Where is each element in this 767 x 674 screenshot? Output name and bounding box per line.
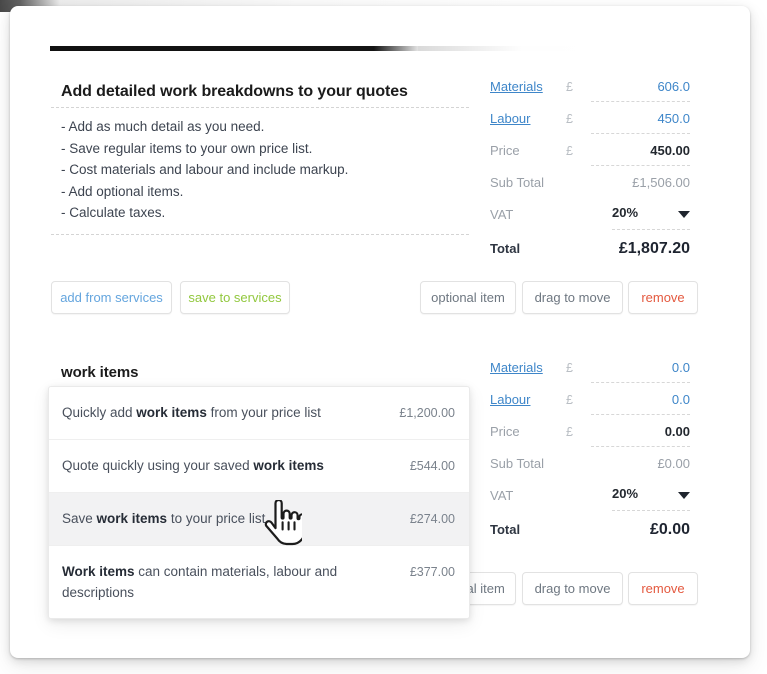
- summary-row-labour: Labour £ 0.0: [490, 391, 690, 423]
- summary-row-vat: VAT 20%: [490, 206, 690, 238]
- bullet-item: - Add optional items.: [61, 181, 461, 203]
- list-item-label: Quickly add work items from your price l…: [62, 402, 321, 423]
- bullet-list: - Add as much detail as you need. - Save…: [61, 116, 461, 224]
- total-label: Total: [490, 521, 520, 539]
- price-label: Price: [490, 423, 520, 441]
- labour-value[interactable]: 450.0: [550, 110, 690, 128]
- bullet-item: - Cost materials and labour and include …: [61, 159, 461, 181]
- list-item-strong: work items: [136, 405, 207, 420]
- save-to-services-button[interactable]: save to services: [180, 281, 290, 314]
- remove-button[interactable]: remove: [628, 572, 698, 605]
- vat-dropdown[interactable]: 20%: [590, 204, 690, 226]
- total-value: £0.00: [550, 521, 690, 539]
- labour-link[interactable]: Labour: [490, 110, 530, 128]
- summary-row-total: Total £1,807.20: [490, 240, 690, 272]
- summary-row-materials: Materials £ 606.0: [490, 78, 690, 110]
- header-rule-fade: [418, 46, 590, 51]
- materials-value[interactable]: 0.0: [550, 359, 690, 377]
- summary-row-vat: VAT 20%: [490, 487, 690, 519]
- bullet-item: - Add as much detail as you need.: [61, 116, 461, 138]
- vat-dropdown[interactable]: 20%: [590, 485, 690, 507]
- add-from-services-button[interactable]: add from services: [51, 281, 172, 314]
- price-label: Price: [490, 142, 520, 160]
- list-item-label: Quote quickly using your saved work item…: [62, 455, 324, 476]
- list-item-pre: Quote quickly using your saved: [62, 458, 253, 473]
- list-item[interactable]: Quote quickly using your saved work item…: [49, 440, 469, 493]
- materials-value[interactable]: 606.0: [550, 78, 690, 96]
- summary-row-price: Price £ 0.00: [490, 423, 690, 455]
- chevron-down-icon: [678, 492, 690, 499]
- screen-root: Add detailed work breakdowns to your quo…: [0, 0, 767, 674]
- section-title: Add detailed work breakdowns to your quo…: [61, 83, 408, 101]
- list-item-pre: Quickly add: [62, 405, 136, 420]
- header-rule: [50, 46, 418, 51]
- price-input-underline: [591, 165, 690, 166]
- list-item-strong: Work items: [62, 564, 135, 579]
- list-item-price: £1,200.00: [399, 402, 455, 424]
- vat-label: VAT: [490, 487, 513, 505]
- bullet-item: - Save regular items to your own price l…: [61, 138, 461, 160]
- drag-to-move-button[interactable]: drag to move: [522, 281, 623, 314]
- materials-input-underline: [591, 101, 690, 102]
- materials-link[interactable]: Materials: [490, 359, 543, 377]
- list-item-post: to your price list: [167, 511, 265, 526]
- optional-item-button[interactable]: optional item: [420, 281, 516, 314]
- labour-input-underline: [591, 414, 690, 415]
- quote-card: Add detailed work breakdowns to your quo…: [10, 6, 750, 658]
- summary-row-price: Price £ 450.00: [490, 142, 690, 174]
- subtotal-value: £0.00: [550, 455, 690, 473]
- list-item[interactable]: Quickly add work items from your price l…: [49, 387, 469, 440]
- summary-row-subtotal: Sub Total £1,506.00: [490, 174, 690, 206]
- labour-link[interactable]: Labour: [490, 391, 530, 409]
- work-items-suggestion-dropdown: Quickly add work items from your price l…: [48, 386, 470, 619]
- vat-label: VAT: [490, 206, 513, 224]
- list-item-strong: work items: [97, 511, 168, 526]
- subtotal-value: £1,506.00: [550, 174, 690, 192]
- divider-under-bullets: [51, 234, 469, 235]
- vat-value: 20%: [612, 205, 638, 220]
- price-value[interactable]: 450.00: [550, 142, 690, 160]
- total-value: £1,807.20: [550, 240, 690, 258]
- materials-link[interactable]: Materials: [490, 78, 543, 96]
- bullet-item: - Calculate taxes.: [61, 202, 461, 224]
- list-item-post: from your price list: [207, 405, 321, 420]
- subtotal-label: Sub Total: [490, 455, 544, 473]
- vat-underline: [612, 510, 690, 511]
- chevron-down-icon: [678, 211, 690, 218]
- summary-row-total: Total £0.00: [490, 521, 690, 553]
- vat-underline: [612, 229, 690, 230]
- subtotal-label: Sub Total: [490, 174, 544, 192]
- list-item-label: Work items can contain materials, labour…: [62, 561, 374, 603]
- total-label: Total: [490, 240, 520, 258]
- list-item-price: £274.00: [410, 508, 455, 530]
- labour-value[interactable]: 0.0: [550, 391, 690, 409]
- summary-row-materials: Materials £ 0.0: [490, 359, 690, 391]
- work-items-heading: work items: [61, 364, 138, 381]
- list-item[interactable]: Save work items to your price list £274.…: [49, 493, 469, 546]
- list-item-price: £544.00: [410, 455, 455, 477]
- remove-button[interactable]: remove: [628, 281, 698, 314]
- materials-input-underline: [591, 382, 690, 383]
- divider-under-title: [51, 107, 469, 108]
- list-item-price: £377.00: [410, 561, 455, 583]
- list-item-label: Save work items to your price list: [62, 508, 265, 529]
- price-value[interactable]: 0.00: [550, 423, 690, 441]
- list-item-strong: work items: [253, 458, 324, 473]
- labour-input-underline: [591, 133, 690, 134]
- summary-row-labour: Labour £ 450.0: [490, 110, 690, 142]
- summary-row-subtotal: Sub Total £0.00: [490, 455, 690, 487]
- vat-value: 20%: [612, 486, 638, 501]
- drag-to-move-button[interactable]: drag to move: [522, 572, 623, 605]
- price-input-underline: [591, 446, 690, 447]
- list-item-pre: Save: [62, 511, 97, 526]
- list-item[interactable]: Work items can contain materials, labour…: [49, 546, 469, 618]
